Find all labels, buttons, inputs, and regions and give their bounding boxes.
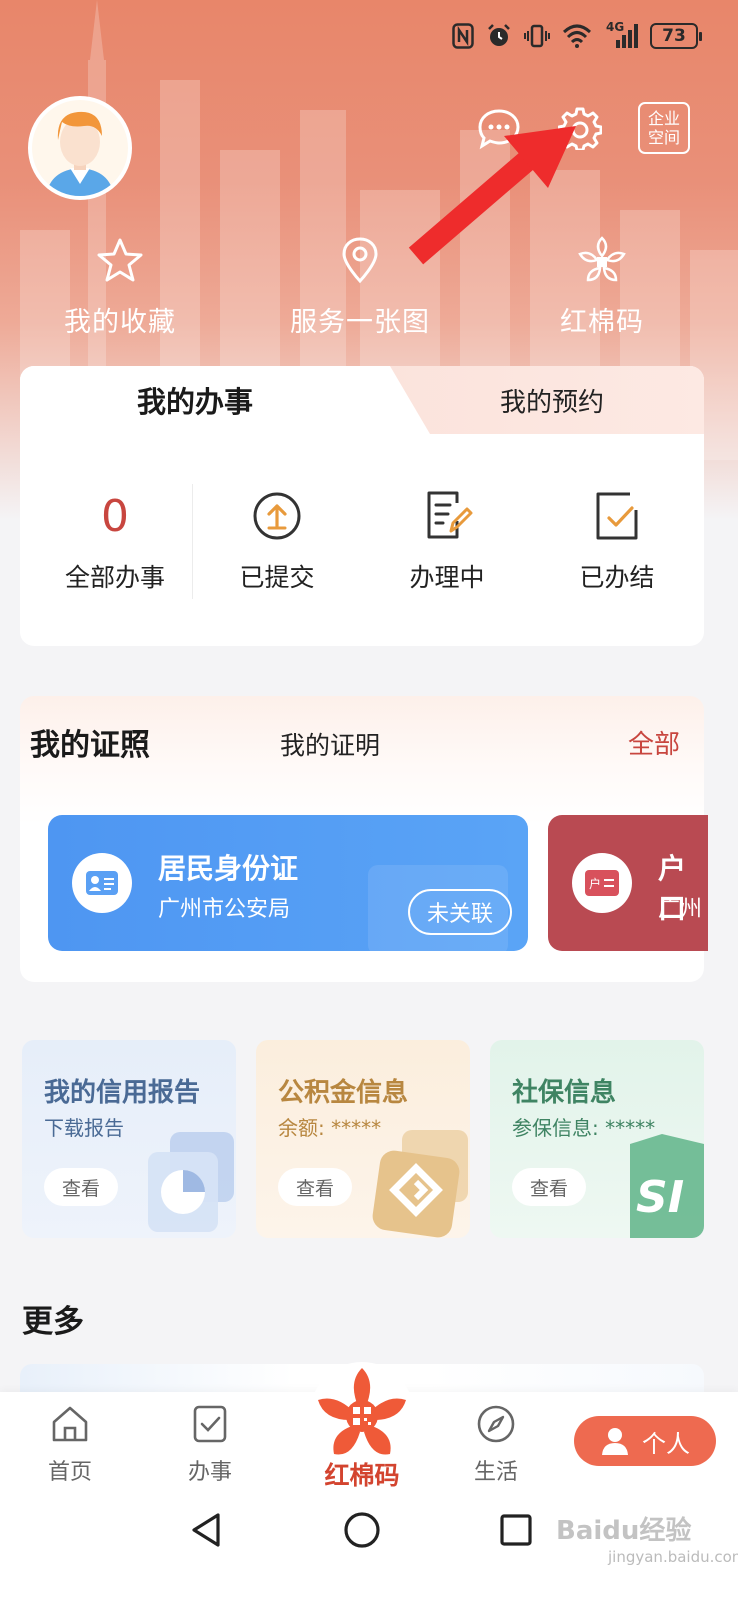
stat-submitted[interactable]: 已提交 xyxy=(192,484,362,594)
stat-in-progress[interactable]: 办理中 xyxy=(362,484,532,594)
id-card-issuer: 广州市公安局 xyxy=(158,897,291,922)
view-button[interactable]: 查看 xyxy=(512,1168,586,1206)
my-tasks-card: 我的预约 我的办事 0 全部办事 已提交 办理中 已办结 xyxy=(20,366,704,646)
star-icon xyxy=(97,238,143,282)
checked-box-icon xyxy=(596,492,638,540)
status-bar: 4G 73 xyxy=(452,18,702,54)
tile-title: 公积金信息 xyxy=(278,1078,409,1108)
nav-services[interactable]: 办事 xyxy=(170,1404,250,1486)
cellular-signal-icon: 4G xyxy=(604,20,638,50)
stat-label: 已办结 xyxy=(579,563,655,592)
compass-icon xyxy=(477,1405,515,1443)
certificates-proof-tab[interactable]: 我的证明 xyxy=(280,726,380,762)
id-card-title: 居民身份证 xyxy=(158,852,299,885)
tile-subtitle: 下载报告 xyxy=(44,1116,124,1140)
certificates-all-link[interactable]: 全部 xyxy=(628,724,680,761)
stat-label: 办理中 xyxy=(409,563,485,592)
certificates-title[interactable]: 我的证照 xyxy=(30,720,150,764)
baidu-watermark-url: jingyan.baidu.com xyxy=(608,1548,738,1566)
baidu-watermark: Baidu经验 xyxy=(556,1516,692,1546)
id-card-item[interactable]: 居民身份证 广州市公安局 未关联 xyxy=(48,815,528,951)
kapok-flower-icon xyxy=(578,236,626,282)
enterprise-label-line2: 空间 xyxy=(647,128,680,147)
wifi-icon xyxy=(562,24,592,48)
social-security-tile[interactable]: SI 社保信息 参保信息: ***** 查看 xyxy=(490,1040,704,1238)
recents-icon[interactable] xyxy=(496,1510,536,1550)
view-button[interactable]: 查看 xyxy=(278,1168,352,1206)
tab-my-tasks[interactable]: 我的办事 xyxy=(20,366,370,434)
id-card-link-button[interactable]: 未关联 xyxy=(408,889,512,935)
housing-fund-tile[interactable]: 公积金信息 余额: ***** 查看 xyxy=(256,1040,470,1238)
social-security-logo-text: SI xyxy=(636,1172,685,1223)
stat-label: 已提交 xyxy=(239,563,315,592)
nav-label: 生活 xyxy=(473,1460,518,1485)
nav-life[interactable]: 生活 xyxy=(456,1404,536,1486)
nav-label: 办事 xyxy=(187,1460,232,1485)
stat-all-tasks[interactable]: 0 全部办事 xyxy=(30,484,200,594)
enterprise-space-button[interactable]: 企业 空间 xyxy=(638,102,690,154)
nav-kapok-code-label: 红棉码 xyxy=(324,1461,400,1490)
credit-report-tile[interactable]: 我的信用报告 下载报告 查看 xyxy=(22,1040,236,1238)
housing-fund-logo-icon xyxy=(372,1130,468,1238)
tile-subtitle: 参保信息: ***** xyxy=(512,1116,656,1140)
quick-link-favorites[interactable]: 我的收藏 xyxy=(20,232,220,339)
nav-kapok-code-button[interactable] xyxy=(310,1362,414,1466)
tile-subtitle: 余额: ***** xyxy=(278,1116,382,1140)
avatar[interactable] xyxy=(28,96,132,200)
id-card-icon xyxy=(72,853,132,913)
quick-link-kapok-code[interactable]: 红棉码 xyxy=(502,232,702,339)
home-icon xyxy=(52,1406,88,1442)
user-avatar-illustration xyxy=(46,111,114,196)
quick-link-label: 我的收藏 xyxy=(64,307,176,338)
household-register-icon: 户 xyxy=(572,853,632,913)
nav-label: 个人 xyxy=(642,1429,690,1458)
upload-circle-icon xyxy=(253,492,301,540)
tile-title: 社保信息 xyxy=(512,1078,617,1108)
nfc-icon xyxy=(452,23,474,49)
stat-label: 全部办事 xyxy=(64,563,165,592)
pie-chart-icon xyxy=(148,1132,234,1232)
stat-completed[interactable]: 已办结 xyxy=(532,484,702,594)
person-icon xyxy=(602,1428,628,1455)
quick-link-service-map[interactable]: 服务一张图 xyxy=(260,232,460,339)
view-button[interactable]: 查看 xyxy=(44,1168,118,1206)
back-icon[interactable] xyxy=(186,1510,226,1550)
household-card-issuer: 广州 xyxy=(658,897,703,922)
quick-link-label: 服务一张图 xyxy=(290,307,430,338)
location-pin-icon xyxy=(342,237,378,284)
quick-link-label: 红棉码 xyxy=(560,307,644,338)
battery-indicator: 73 xyxy=(650,23,702,49)
home-circle-icon[interactable] xyxy=(342,1510,382,1550)
all-tasks-count: 0 xyxy=(101,490,129,542)
tab-divider xyxy=(360,366,430,434)
tile-title: 我的信用报告 xyxy=(44,1078,201,1108)
nav-profile[interactable]: 个人 xyxy=(574,1416,716,1466)
enterprise-label-line1: 企业 xyxy=(647,109,680,128)
nav-label: 首页 xyxy=(47,1460,92,1485)
nav-home[interactable]: 首页 xyxy=(30,1404,110,1486)
household-icon-label: 户 xyxy=(589,876,602,891)
task-tabs: 我的预约 我的办事 xyxy=(20,366,704,434)
more-section-title: 更多 xyxy=(22,1304,84,1340)
household-register-card-item[interactable]: 户 户口 广州 xyxy=(548,815,708,951)
vibrate-icon xyxy=(524,24,550,48)
document-edit-icon xyxy=(427,491,473,539)
alarm-icon xyxy=(488,24,510,46)
checklist-icon xyxy=(193,1405,227,1443)
